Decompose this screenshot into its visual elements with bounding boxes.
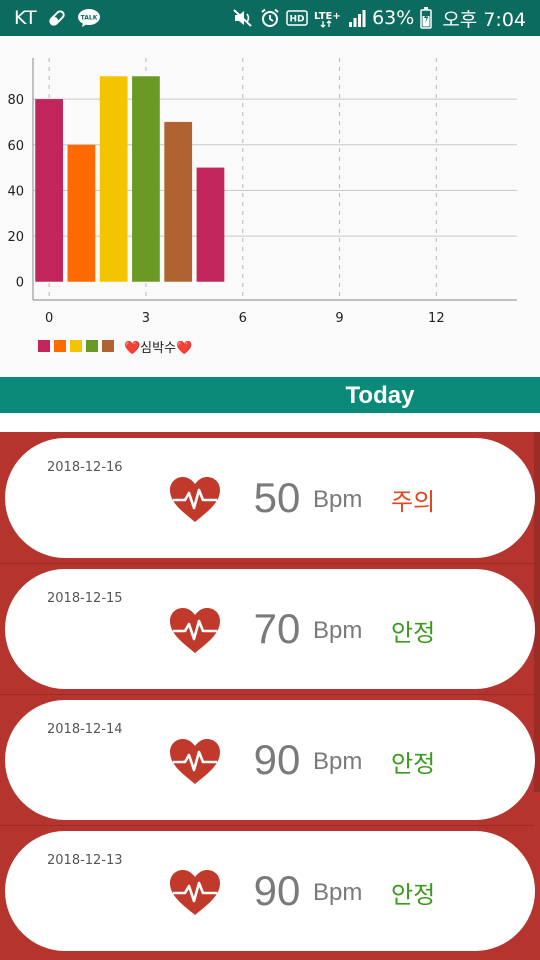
record-status: 안정 [391,619,436,647]
today-header: Today [0,377,540,413]
record-bpm: 70 [253,605,301,652]
heart-rate-chart: 0 20 40 60 80 0 3 6 9 12 ❤️심박수❤️ [0,36,540,377]
mute-icon [232,8,254,28]
bar-3 [132,76,160,282]
chart-canvas: 0 20 40 60 80 0 3 6 9 12 [7,58,517,326]
x-tick-label: 3 [142,311,150,326]
lte-label: LTE+ [314,11,341,22]
list-divider [0,825,534,826]
section-title: Today [345,382,415,409]
status-bar: KT TALK HD LTE+ 63% 오후 7:04 [0,0,540,36]
record-unit: Bpm [313,617,363,644]
alarm-icon [260,8,280,28]
lte-icon: LTE+ [314,8,342,28]
pill-icon [47,8,67,28]
bar-5 [196,167,225,282]
clock: 오후 7:04 [442,8,526,31]
record-card[interactable]: 2018-12-16 50 Bpm 주의 [5,438,535,558]
record-bpm: 50 [253,474,301,521]
x-tick-label: 6 [239,311,247,326]
status-left: KT TALK [14,6,101,30]
legend-swatch-2 [70,340,82,352]
kakaotalk-label: TALK [80,15,97,22]
record-card[interactable]: 2018-12-13 90 Bpm 안정 [5,831,535,951]
heart-icon [169,607,221,655]
record-bpm: 90 [253,867,301,914]
x-tick-label: 12 [428,311,445,326]
legend-swatch-0 [38,340,50,352]
record-status: 주의 [391,488,436,516]
heart-icon [169,738,221,786]
records-list[interactable]: 2018-12-16 50 Bpm 주의 2018-12-15 70 Bpm 안정 2018-1… [0,432,540,960]
record-unit: Bpm [313,748,363,775]
record-status: 안정 [391,750,436,778]
hd-label: HD [290,15,305,25]
heart-icon [169,869,221,917]
kakaotalk-icon: TALK [77,8,101,28]
signal-icon [348,9,366,27]
list-scrollbar[interactable] [534,432,540,792]
record-status: 안정 [391,881,436,909]
status-right: HD LTE+ 63% 오후 7:04 [232,6,526,31]
record-date: 2018-12-13 [47,853,123,868]
x-tick-label: 0 [45,311,53,326]
carrier-label: KT [14,7,37,29]
x-tick-label: 9 [335,311,343,326]
legend-swatch-3 [86,340,98,352]
bar-2 [99,76,128,282]
battery-icon [420,7,433,29]
record-date: 2018-12-16 [47,460,123,475]
record-card[interactable]: 2018-12-15 70 Bpm 안정 [5,569,535,689]
legend-label: ❤️심박수❤️ [124,340,193,356]
battery-percent: 63% [372,7,415,29]
record-card[interactable]: 2018-12-14 90 Bpm 안정 [5,700,535,820]
bar-1 [67,144,96,282]
y-tick-label: 60 [7,139,24,154]
y-tick-label: 0 [16,276,24,291]
chart-legend: ❤️심박수❤️ [38,336,192,356]
record-date: 2018-12-15 [47,591,123,606]
bar-0 [35,99,64,282]
y-tick-label: 40 [7,184,24,199]
list-divider [0,563,534,564]
heart-icon [169,476,221,524]
record-unit: Bpm [313,879,363,906]
list-divider [0,694,534,695]
record-date: 2018-12-14 [47,722,123,737]
legend-swatch-4 [102,340,114,352]
y-tick-label: 80 [7,93,24,108]
y-tick-label: 20 [7,230,24,245]
record-unit: Bpm [313,486,363,513]
hd-icon: HD [286,9,308,27]
record-bpm: 90 [253,736,301,783]
bar-4 [164,121,193,282]
legend-swatch-1 [54,340,66,352]
